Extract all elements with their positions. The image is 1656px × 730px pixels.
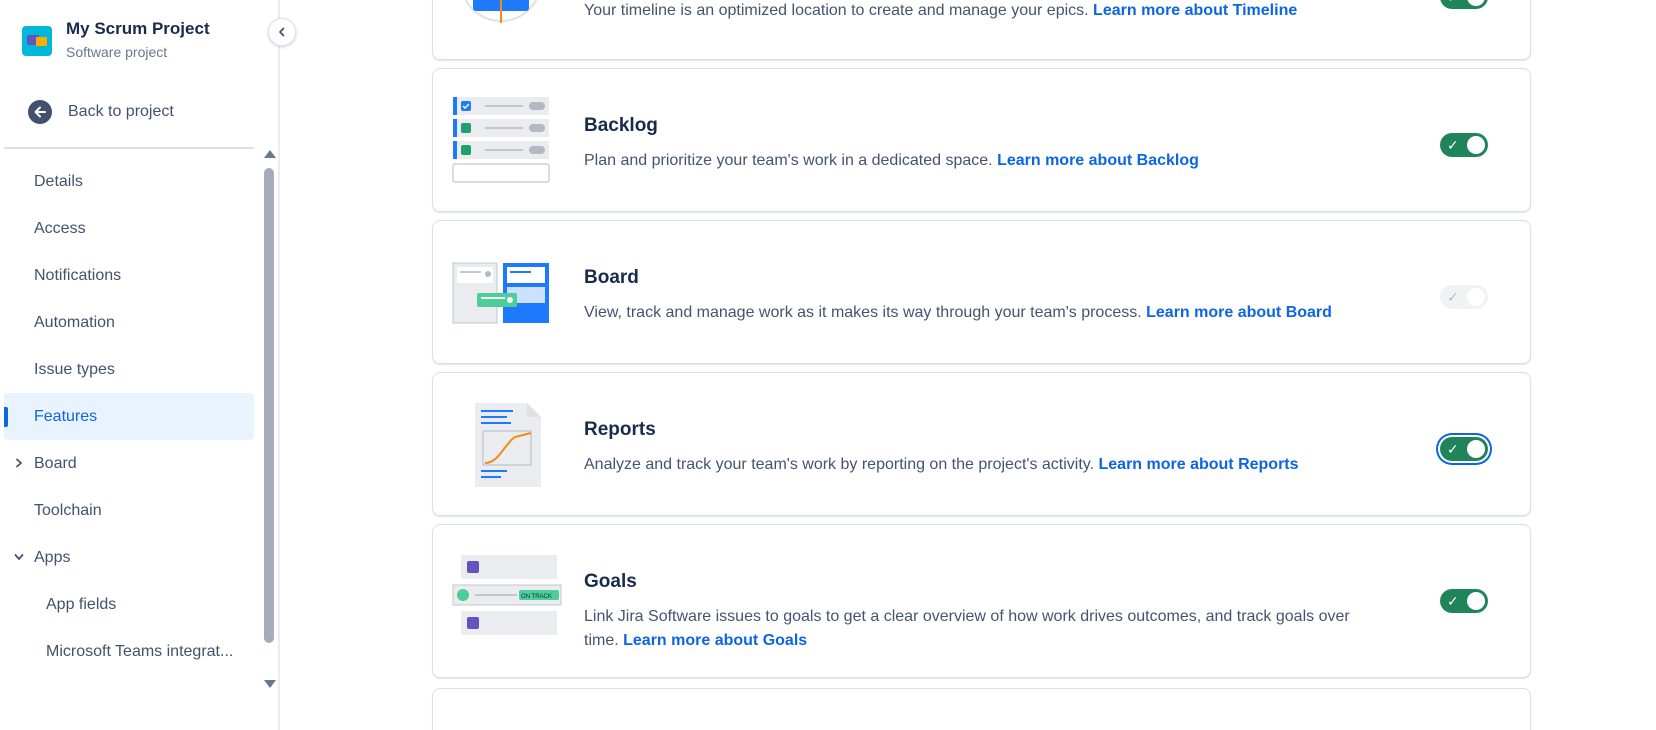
feature-card-reports: Reports Analyze and track your team's wo… bbox=[432, 372, 1531, 516]
feature-title: Backlog bbox=[584, 115, 658, 136]
sidebar-item-label: Access bbox=[34, 219, 86, 237]
on-track-badge: ON TRACK bbox=[521, 594, 552, 600]
sidebar-item-toolchain[interactable]: Toolchain bbox=[4, 487, 254, 534]
feature-description: Your timeline is an optimized location t… bbox=[584, 0, 1384, 23]
timeline-illustration bbox=[451, 0, 551, 36]
sidebar-item-details[interactable]: Details bbox=[4, 158, 254, 205]
sidebar-divider bbox=[4, 147, 254, 149]
backlog-toggle[interactable]: ✓ bbox=[1440, 133, 1488, 157]
sidebar-item-access[interactable]: Access bbox=[4, 205, 254, 252]
goals-illustration: ON TRACK bbox=[451, 553, 563, 644]
feature-card-timeline: Your timeline is an optimized location t… bbox=[432, 0, 1531, 60]
project-name: My Scrum Project bbox=[66, 19, 210, 38]
sidebar-item-label: Issue types bbox=[34, 360, 115, 378]
check-icon: ✓ bbox=[1447, 137, 1459, 153]
feature-description-text: Plan and prioritize your team's work in … bbox=[584, 152, 993, 169]
sidebar-nav: Details Access Notifications Automation … bbox=[4, 158, 254, 675]
feature-title: Goals bbox=[584, 571, 637, 592]
feature-description: Plan and prioritize your team's work in … bbox=[584, 149, 1384, 173]
learn-more-reports-link[interactable]: Learn more about Reports bbox=[1099, 456, 1299, 473]
scroll-thumb[interactable] bbox=[264, 168, 274, 643]
chevron-right-icon[interactable] bbox=[14, 457, 24, 471]
sidebar-item-board[interactable]: Board bbox=[4, 440, 254, 487]
project-avatar bbox=[22, 26, 52, 56]
sidebar-item-automation[interactable]: Automation bbox=[4, 299, 254, 346]
reports-illustration bbox=[473, 401, 543, 494]
sidebar-item-label: Automation bbox=[34, 313, 115, 331]
goals-toggle[interactable]: ✓ bbox=[1440, 589, 1488, 613]
feature-card-next bbox=[432, 688, 1531, 730]
learn-more-goals-link[interactable]: Learn more about Goals bbox=[623, 632, 807, 649]
board-toggle[interactable]: ✓ bbox=[1440, 285, 1488, 309]
check-icon: ✓ bbox=[1447, 0, 1459, 5]
sidebar-item-label: Toolchain bbox=[34, 501, 102, 519]
check-icon: ✓ bbox=[1447, 289, 1459, 305]
board-illustration bbox=[451, 261, 551, 330]
sidebar-item-apps[interactable]: Apps bbox=[4, 534, 254, 581]
feature-description: View, track and manage work as it makes … bbox=[584, 301, 1384, 325]
sidebar-item-label: Microsoft Teams integrat... bbox=[46, 642, 234, 660]
sidebar-scrollbar[interactable] bbox=[262, 150, 276, 690]
collapse-sidebar-button[interactable] bbox=[268, 18, 296, 46]
check-icon: ✓ bbox=[1447, 441, 1459, 457]
chevron-left-icon bbox=[279, 27, 285, 37]
sidebar-item-microsoft-teams[interactable]: Microsoft Teams integrat... bbox=[4, 628, 254, 675]
feature-title: Board bbox=[584, 267, 639, 288]
chevron-down-icon[interactable] bbox=[14, 551, 24, 565]
learn-more-board-link[interactable]: Learn more about Board bbox=[1146, 304, 1332, 321]
learn-more-timeline-link[interactable]: Learn more about Timeline bbox=[1093, 2, 1297, 19]
feature-description: Analyze and track your team's work by re… bbox=[584, 453, 1384, 477]
sidebar-item-app-fields[interactable]: App fields bbox=[4, 581, 254, 628]
scroll-up-arrow-icon[interactable] bbox=[264, 150, 276, 158]
sidebar: My Scrum Project Software project Back t… bbox=[0, 0, 280, 730]
sidebar-item-features[interactable]: Features bbox=[4, 393, 254, 440]
project-header[interactable]: My Scrum Project Software project bbox=[22, 18, 210, 62]
feature-description-text: Your timeline is an optimized location t… bbox=[584, 2, 1089, 19]
arrow-left-icon bbox=[28, 100, 52, 124]
project-type: Software project bbox=[66, 44, 168, 60]
feature-card-backlog: Backlog Plan and prioritize your team's … bbox=[432, 68, 1531, 212]
feature-description: Link Jira Software issues to goals to ge… bbox=[584, 605, 1384, 653]
back-to-project-link[interactable]: Back to project bbox=[28, 100, 174, 124]
back-to-project-label: Back to project bbox=[68, 103, 174, 120]
backlog-illustration bbox=[451, 97, 551, 190]
reports-toggle[interactable]: ✓ bbox=[1440, 437, 1488, 461]
scroll-down-arrow-icon[interactable] bbox=[264, 680, 276, 688]
feature-description-text: Analyze and track your team's work by re… bbox=[584, 456, 1095, 473]
main-content: Your timeline is an optimized location t… bbox=[282, 0, 1656, 730]
feature-card-goals: ON TRACK Goals Link Jira Software issues… bbox=[432, 524, 1531, 678]
sidebar-item-label: Apps bbox=[34, 548, 71, 566]
sidebar-item-issue-types[interactable]: Issue types bbox=[4, 346, 254, 393]
learn-more-backlog-link[interactable]: Learn more about Backlog bbox=[997, 152, 1199, 169]
sidebar-item-label: Board bbox=[34, 454, 77, 472]
sidebar-item-notifications[interactable]: Notifications bbox=[4, 252, 254, 299]
sidebar-item-label: App fields bbox=[46, 595, 117, 613]
timeline-toggle[interactable]: ✓ bbox=[1440, 0, 1488, 9]
sidebar-item-label: Features bbox=[34, 407, 98, 425]
sidebar-item-label: Details bbox=[34, 172, 83, 190]
check-icon: ✓ bbox=[1447, 593, 1459, 609]
feature-description-text: View, track and manage work as it makes … bbox=[584, 304, 1142, 321]
feature-card-board: Board View, track and manage work as it … bbox=[432, 220, 1531, 364]
feature-title: Reports bbox=[584, 419, 656, 440]
sidebar-item-label: Notifications bbox=[34, 266, 122, 284]
